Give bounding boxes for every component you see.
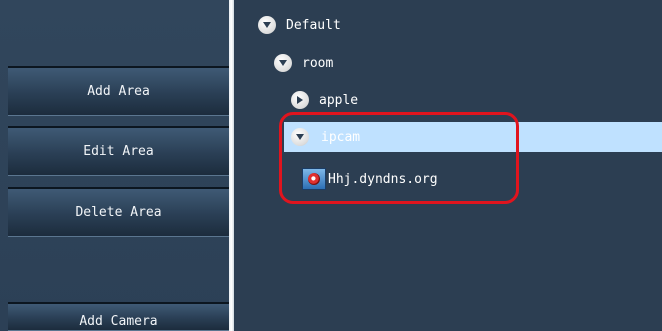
tree-node-label: ipcam xyxy=(321,129,361,145)
tree-node-apple[interactable]: apple xyxy=(291,89,358,111)
delete-area-label: Delete Area xyxy=(75,205,162,220)
tree-node-default[interactable]: Default xyxy=(258,14,341,36)
add-area-button[interactable]: Add Area xyxy=(8,66,229,116)
collapse-arrow-icon[interactable] xyxy=(258,16,276,34)
tree-node-label: room xyxy=(302,55,334,71)
tree-node-label: apple xyxy=(319,92,359,108)
collapse-arrow-icon[interactable] xyxy=(291,128,309,146)
sidebar: Add Area Edit Area Delete Area Add Camer… xyxy=(0,0,229,331)
tree-node-ipcam[interactable]: ipcam xyxy=(291,126,360,148)
camera-lens xyxy=(308,173,320,185)
add-camera-button[interactable]: Add Camera xyxy=(8,302,229,331)
edit-area-label: Edit Area xyxy=(83,144,154,159)
camera-icon xyxy=(302,168,326,190)
area-tree: Default room apple ipcam Hhj.dyndns.org xyxy=(234,0,662,331)
add-camera-label: Add Camera xyxy=(79,314,158,329)
tree-node-label: Default xyxy=(286,17,341,33)
add-area-label: Add Area xyxy=(87,84,150,99)
expand-arrow-icon[interactable] xyxy=(291,91,309,109)
collapse-arrow-icon[interactable] xyxy=(274,54,292,72)
tree-node-camera[interactable]: Hhj.dyndns.org xyxy=(302,168,438,190)
delete-area-button[interactable]: Delete Area xyxy=(8,187,229,237)
tree-node-label: Hhj.dyndns.org xyxy=(328,171,438,187)
edit-area-button[interactable]: Edit Area xyxy=(8,126,229,176)
tree-node-room[interactable]: room xyxy=(274,52,333,74)
